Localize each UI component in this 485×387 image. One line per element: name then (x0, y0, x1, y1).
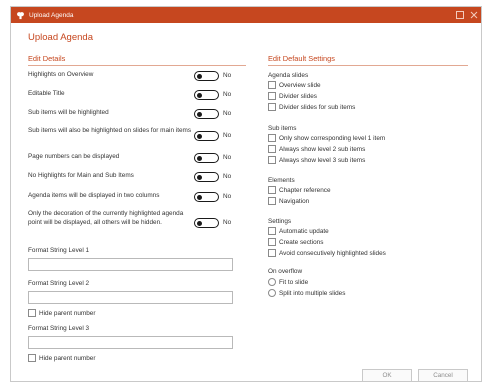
checkbox-label: Automatic update (279, 228, 329, 235)
toggle-knob (197, 92, 202, 98)
hide-parent-number-label: Hide parent number (39, 310, 96, 317)
ok-button[interactable]: OK (362, 369, 412, 382)
avoid-consecutive-highlight-checkbox[interactable] (268, 249, 276, 257)
no-highlights-toggle[interactable] (194, 172, 219, 182)
checkbox-label: Only show corresponding level 1 item (279, 135, 386, 142)
toggle-label: Only the decoration of the currently hig… (28, 210, 184, 226)
edit-default-settings-title: Edit Default Settings (268, 54, 335, 63)
checkbox-label: Create sections (279, 239, 324, 246)
format-level-3-input[interactable] (28, 336, 233, 349)
upload-agenda-window: Upload Agenda Upload Agenda Edit Details… (10, 6, 482, 382)
on-overflow-heading: On overflow (268, 268, 303, 275)
toggle-state-label: No (223, 132, 232, 139)
toggle-knob (197, 220, 202, 226)
app-icon (17, 11, 24, 19)
agenda-slides-heading: Agenda slides (268, 72, 309, 79)
two-columns-toggle[interactable] (194, 192, 219, 202)
checkbox-label: Always show level 3 sub items (279, 157, 366, 164)
overview-slide-checkbox[interactable] (268, 81, 276, 89)
maximize-icon (456, 11, 464, 19)
edit-details-divider (28, 65, 246, 66)
create-sections-checkbox[interactable] (268, 238, 276, 246)
toggle-state-label: No (223, 110, 232, 117)
automatic-update-checkbox[interactable] (268, 227, 276, 235)
show-level-2-sub-items-checkbox[interactable] (268, 145, 276, 153)
highlights-on-overview-toggle[interactable] (194, 71, 219, 81)
show-level-1-item-checkbox[interactable] (268, 134, 276, 142)
editable-title-toggle[interactable] (194, 90, 219, 100)
title-bar: Upload Agenda (11, 7, 481, 23)
show-level-3-sub-items-checkbox[interactable] (268, 156, 276, 164)
page-numbers-toggle[interactable] (194, 153, 219, 163)
decoration-only-toggle[interactable] (194, 218, 219, 228)
sub-items-highlighted-main-toggle[interactable] (194, 131, 219, 141)
toggle-state-label: No (223, 154, 232, 161)
toggle-state-label: No (223, 193, 232, 200)
checkbox-label: Divider slides for sub items (279, 104, 356, 111)
format-level-2-input[interactable] (28, 291, 233, 304)
checkbox-label: Chapter reference (279, 187, 331, 194)
toggle-state-label: No (223, 91, 232, 98)
fit-to-slide-radio[interactable] (268, 278, 276, 286)
toggle-label: No Highlights for Main and Sub Items (28, 172, 134, 179)
hide-parent-number-level-2-checkbox[interactable] (28, 309, 36, 317)
checkbox-label: Divider slides (279, 93, 318, 100)
toggle-knob (197, 133, 202, 139)
sub-items-heading: Sub items (268, 125, 297, 132)
toggle-knob (197, 174, 202, 180)
hide-parent-number-level-3-checkbox[interactable] (28, 354, 36, 362)
dialog-heading: Upload Agenda (28, 32, 93, 43)
settings-heading: Settings (268, 218, 292, 225)
format-level-1-label: Format String Level 1 (28, 247, 90, 254)
toggle-label: Highlights on Overview (28, 71, 94, 78)
checkbox-label: Avoid consecutively highlighted slides (279, 250, 386, 257)
navigation-checkbox[interactable] (268, 197, 276, 205)
hide-parent-number-label: Hide parent number (39, 355, 96, 362)
toggle-knob (197, 194, 202, 200)
cancel-button[interactable]: Cancel (418, 369, 468, 382)
radio-label: Split into multiple slides (279, 290, 346, 297)
toggle-knob (197, 155, 202, 161)
checkbox-label: Navigation (279, 198, 310, 205)
toggle-label: Editable Title (28, 90, 65, 97)
split-multiple-slides-radio[interactable] (268, 289, 276, 297)
format-level-1-input[interactable] (28, 258, 233, 271)
toggle-label: Sub items will also be highlighted on sl… (28, 127, 192, 134)
checkbox-label: Overview slide (279, 82, 321, 89)
format-level-2-label: Format String Level 2 (28, 280, 90, 287)
divider-slides-checkbox[interactable] (268, 92, 276, 100)
edit-default-settings-divider (268, 65, 468, 66)
edit-details-title: Edit Details (28, 54, 66, 63)
toggle-state-label: No (223, 72, 232, 79)
window-title: Upload Agenda (29, 11, 74, 19)
divider-slides-sub-items-checkbox[interactable] (268, 103, 276, 111)
chapter-reference-checkbox[interactable] (268, 186, 276, 194)
toggle-knob (197, 73, 202, 79)
maximize-button[interactable] (453, 7, 467, 23)
close-icon (470, 11, 478, 19)
close-button[interactable] (467, 7, 481, 23)
elements-heading: Elements (268, 177, 295, 184)
toggle-label: Sub items will be highlighted (28, 109, 109, 116)
sub-items-highlighted-toggle[interactable] (194, 109, 219, 119)
toggle-state-label: No (223, 219, 232, 226)
format-level-3-label: Format String Level 3 (28, 325, 90, 332)
toggle-label: Agenda items will be displayed in two co… (28, 192, 160, 199)
toggle-state-label: No (223, 173, 232, 180)
radio-label: Fit to slide (279, 279, 309, 286)
toggle-label: Page numbers can be displayed (28, 153, 120, 160)
toggle-knob (197, 111, 202, 117)
checkbox-label: Always show level 2 sub items (279, 146, 366, 153)
